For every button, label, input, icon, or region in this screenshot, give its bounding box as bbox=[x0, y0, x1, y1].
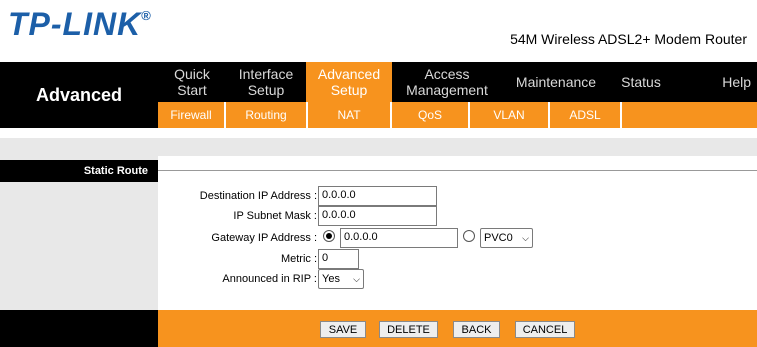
destination-ip-label: Destination IP Address : bbox=[199, 190, 317, 202]
spacer bbox=[0, 128, 757, 138]
row-destination: Destination IP Address : 0.0.0.0 bbox=[158, 186, 757, 206]
subtab-qos[interactable]: QoS bbox=[392, 102, 470, 128]
gateway-ip-radio[interactable] bbox=[323, 230, 335, 242]
subnet-mask-label: IP Subnet Mask : bbox=[233, 210, 317, 222]
save-button[interactable]: SAVE bbox=[320, 321, 366, 338]
delete-button[interactable]: DELETE bbox=[379, 321, 438, 338]
announced-rip-label: Announced in RIP : bbox=[222, 273, 317, 285]
tab-status[interactable]: Status bbox=[610, 62, 672, 102]
section-separator bbox=[158, 170, 757, 171]
destination-ip-input[interactable]: 0.0.0.0 bbox=[318, 186, 437, 206]
product-name: 54M Wireless ADSL2+ Modem Router bbox=[510, 31, 747, 47]
section-title-advanced: Advanced bbox=[0, 62, 158, 128]
tab-help[interactable]: Help bbox=[672, 62, 757, 102]
tab-access-management[interactable]: Access Management bbox=[392, 62, 502, 102]
row-announced-rip: Announced in RIP : Yes ⌵ bbox=[158, 269, 757, 289]
tp-link-logo: TP-LINK® bbox=[8, 6, 152, 42]
grey-divider-bar bbox=[0, 138, 757, 156]
sub-nav: Firewall Routing NAT QoS VLAN ADSL bbox=[158, 102, 757, 128]
metric-input[interactable]: 0 bbox=[318, 249, 359, 269]
tab-interface-setup[interactable]: Interface Setup bbox=[226, 62, 306, 102]
cancel-button[interactable]: CANCEL bbox=[515, 321, 575, 338]
pvc-select[interactable]: PVC0 ⌵ bbox=[480, 228, 533, 248]
subtab-routing[interactable]: Routing bbox=[226, 102, 308, 128]
tab-quick-start[interactable]: Quick Start bbox=[158, 62, 226, 102]
back-button[interactable]: BACK bbox=[453, 321, 500, 338]
tab-advanced-setup[interactable]: Advanced Setup bbox=[306, 62, 392, 102]
footer-left bbox=[0, 310, 158, 347]
chevron-down-icon: ⌵ bbox=[522, 232, 529, 243]
row-metric: Metric : 0 bbox=[158, 249, 757, 269]
gateway-pvc-radio[interactable] bbox=[463, 230, 475, 242]
row-subnet-mask: IP Subnet Mask : 0.0.0.0 bbox=[158, 206, 757, 226]
tab-maintenance[interactable]: Maintenance bbox=[502, 62, 610, 102]
announced-rip-select[interactable]: Yes ⌵ bbox=[318, 269, 364, 289]
metric-label: Metric : bbox=[280, 253, 317, 265]
subtab-adsl[interactable]: ADSL bbox=[550, 102, 622, 128]
subtab-vlan[interactable]: VLAN bbox=[470, 102, 550, 128]
pvc-select-value: PVC0 bbox=[484, 232, 513, 244]
row-gateway: Gateway IP Address : 0.0.0.0 PVC0 ⌵ bbox=[158, 228, 757, 248]
gateway-ip-input[interactable]: 0.0.0.0 bbox=[340, 228, 458, 248]
subtab-nat[interactable]: NAT bbox=[308, 102, 392, 128]
footer-button-bar: SAVE DELETE BACK CANCEL bbox=[158, 310, 757, 347]
chevron-down-icon: ⌵ bbox=[353, 273, 360, 284]
announced-rip-value: Yes bbox=[322, 273, 340, 285]
subnet-mask-input[interactable]: 0.0.0.0 bbox=[318, 206, 437, 226]
subtab-firewall[interactable]: Firewall bbox=[158, 102, 226, 128]
main-nav: Quick Start Interface Setup Advanced Set… bbox=[158, 62, 757, 102]
section-title-static-route: Static Route bbox=[0, 160, 158, 182]
header: TP-LINK® 54M Wireless ADSL2+ Modem Route… bbox=[0, 0, 757, 62]
gateway-ip-label: Gateway IP Address : bbox=[211, 232, 317, 244]
